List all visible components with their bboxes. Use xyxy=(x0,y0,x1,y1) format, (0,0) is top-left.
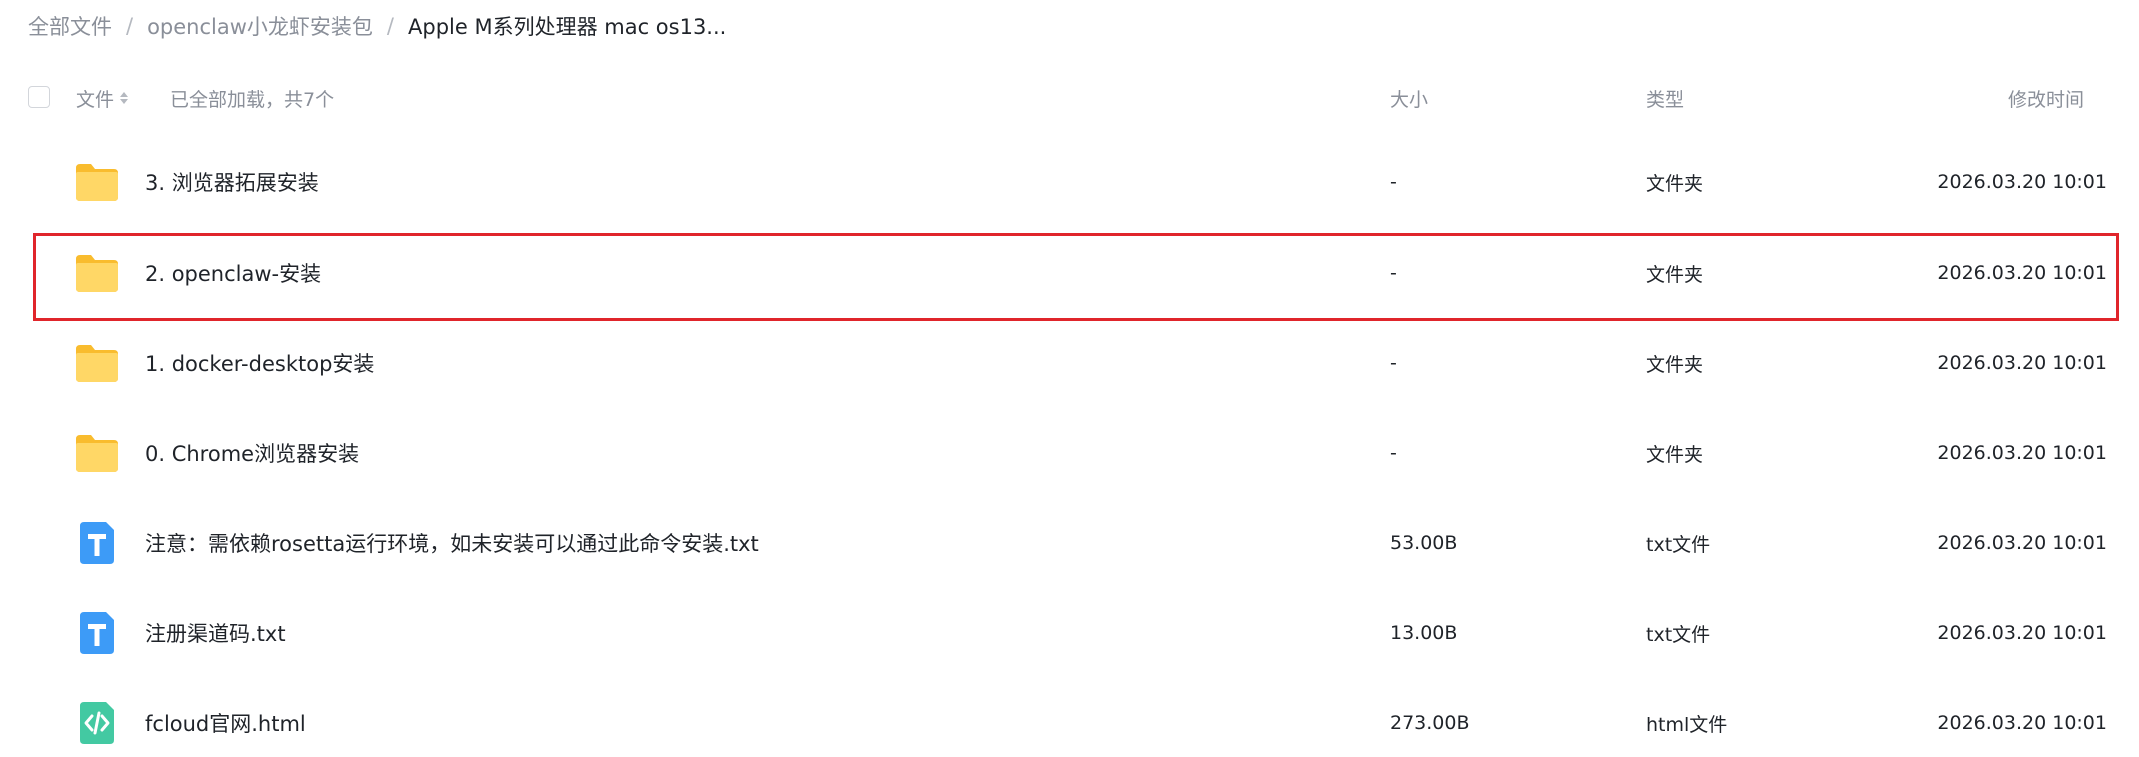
folder-icon xyxy=(76,345,118,382)
file-row[interactable]: 注册渠道码.txt 13.00B txt文件 2026.03.20 10:01 xyxy=(0,588,2139,678)
breadcrumb-openclaw-folder[interactable]: openclaw小龙虾安装包 xyxy=(147,11,373,41)
folder-icon xyxy=(76,435,118,472)
file-name[interactable]: 注册渠道码.txt xyxy=(145,588,286,678)
file-type: 文件夹 xyxy=(1646,353,1704,376)
file-name[interactable]: 1. docker-desktop安装 xyxy=(145,318,374,408)
file-type: 文件夹 xyxy=(1646,443,1704,466)
file-size: - xyxy=(1390,442,1397,464)
file-modified-time: 2026.03.20 10:01 xyxy=(1937,622,2107,644)
breadcrumb-separator: / xyxy=(386,14,394,38)
file-size: 273.00B xyxy=(1390,712,1470,734)
file-type: html文件 xyxy=(1646,713,1728,736)
file-size: - xyxy=(1390,262,1397,284)
file-row[interactable]: 3. 浏览器拓展安装 - 文件夹 2026.03.20 10:01 xyxy=(0,137,2139,227)
file-browser: 全部文件 / openclaw小龙虾安装包 / Apple M系列处理器 mac… xyxy=(0,0,2139,757)
file-column-label: 文件 xyxy=(76,88,115,111)
file-modified-time: 2026.03.20 10:01 xyxy=(1937,442,2107,464)
sort-icon xyxy=(120,92,129,104)
file-modified-time: 2026.03.20 10:01 xyxy=(1937,532,2107,554)
breadcrumb-current-folder: Apple M系列处理器 mac os13... xyxy=(408,15,727,39)
breadcrumb-all-files[interactable]: 全部文件 xyxy=(28,11,112,41)
file-name[interactable]: 0. Chrome浏览器安装 xyxy=(145,408,359,498)
html-file-icon xyxy=(80,702,114,744)
file-type: 文件夹 xyxy=(1646,263,1704,286)
file-size: 53.00B xyxy=(1390,532,1458,554)
breadcrumb-separator: / xyxy=(126,14,134,38)
file-size: 13.00B xyxy=(1390,622,1458,644)
file-row[interactable]: 2. openclaw-安装 - 文件夹 2026.03.20 10:01 xyxy=(0,228,2139,318)
file-type: txt文件 xyxy=(1646,623,1711,646)
size-column-header: 大小 xyxy=(1390,88,1429,111)
file-row[interactable]: 1. docker-desktop安装 - 文件夹 2026.03.20 10:… xyxy=(0,318,2139,408)
file-type: 文件夹 xyxy=(1646,172,1704,195)
file-modified-time: 2026.03.20 10:01 xyxy=(1937,262,2107,284)
breadcrumb: 全部文件 / openclaw小龙虾安装包 / Apple M系列处理器 mac… xyxy=(28,10,726,42)
file-row[interactable]: 0. Chrome浏览器安装 - 文件夹 2026.03.20 10:01 xyxy=(0,408,2139,498)
file-name[interactable]: 2. openclaw-安装 xyxy=(145,228,321,318)
file-modified-time: 2026.03.20 10:01 xyxy=(1937,712,2107,734)
file-size: - xyxy=(1390,352,1397,374)
file-list-header: 文件 已全部加载，共7个 大小 类型 修改时间 xyxy=(0,78,2139,118)
select-all-checkbox[interactable] xyxy=(28,86,50,108)
file-type: txt文件 xyxy=(1646,533,1711,556)
folder-icon xyxy=(76,164,118,201)
file-size: - xyxy=(1390,171,1397,193)
folder-icon xyxy=(76,255,118,292)
file-row[interactable]: 注意：需依赖rosetta运行环境，如未安装可以通过此命令安装.txt 53.0… xyxy=(0,498,2139,588)
file-modified-time: 2026.03.20 10:01 xyxy=(1937,352,2107,374)
modified-column-header: 修改时间 xyxy=(2008,88,2085,111)
file-name[interactable]: 注意：需依赖rosetta运行环境，如未安装可以通过此命令安装.txt xyxy=(145,498,759,588)
type-column-header: 类型 xyxy=(1646,88,1685,111)
file-modified-time: 2026.03.20 10:01 xyxy=(1937,171,2107,193)
load-status-text: 已全部加载，共7个 xyxy=(170,88,335,111)
txt-file-icon xyxy=(80,522,114,564)
file-name[interactable]: fcloud官网.html xyxy=(145,678,306,757)
file-name[interactable]: 3. 浏览器拓展安装 xyxy=(145,137,319,227)
sort-by-file-name[interactable]: 文件 xyxy=(76,78,129,118)
file-row[interactable]: fcloud官网.html 273.00B html文件 2026.03.20 … xyxy=(0,678,2139,757)
txt-file-icon xyxy=(80,612,114,654)
